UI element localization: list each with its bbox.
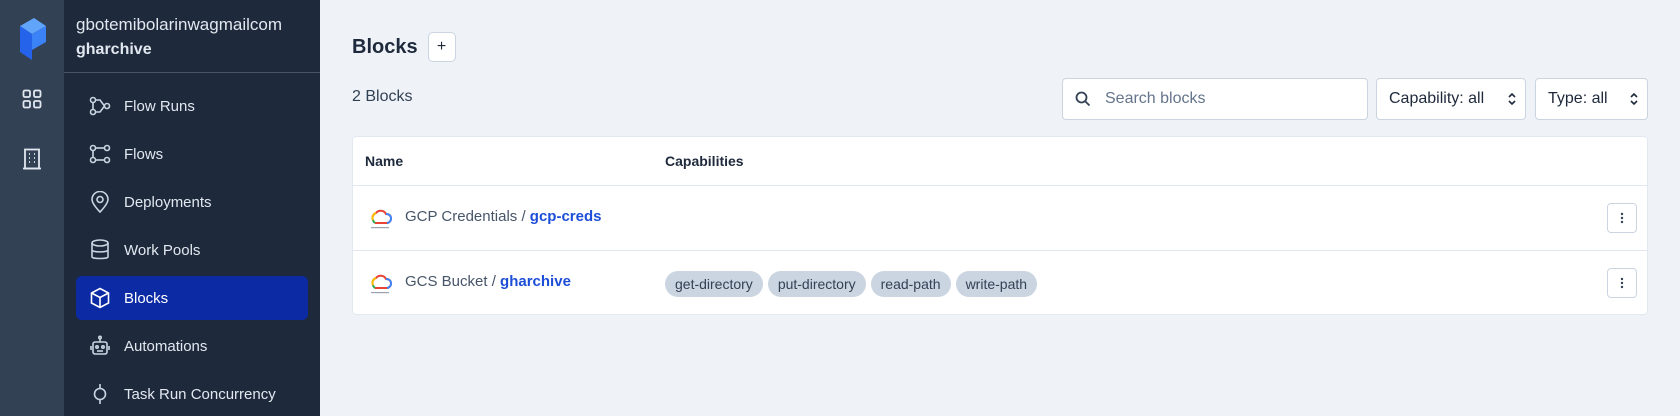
capability-tag: read-path — [870, 271, 951, 297]
sidebar: gbotemibolarinwagmailcom gharchive Flow … — [64, 0, 320, 416]
robot-icon — [88, 334, 112, 358]
kebab-menu-icon — [1620, 277, 1624, 289]
sidebar-item-work-pools[interactable]: Work Pools — [76, 228, 308, 272]
table-row: GCP Credentials / gcp-creds — [353, 186, 1647, 250]
block-slug-link[interactable]: gcp-creds — [530, 208, 602, 225]
flows-icon — [88, 142, 112, 166]
block-slug-link[interactable]: gharchive — [500, 273, 571, 290]
block-name: GCS Bucket / gharchive — [405, 273, 571, 290]
page-header: Blocks + — [352, 32, 456, 62]
sidebar-nav: Flow Runs Flows Deployments Work Pools B… — [76, 84, 308, 416]
workspace-switcher[interactable]: gbotemibolarinwagmailcom gharchive — [76, 14, 312, 61]
sidebar-item-automations[interactable]: Automations — [76, 324, 308, 368]
blocks-table: Name Capabilities GCP Credentials / gcp-… — [352, 136, 1648, 315]
sidebar-item-flow-runs[interactable]: Flow Runs — [76, 84, 308, 128]
sidebar-item-label: Automations — [124, 337, 208, 355]
account-name: gbotemibolarinwagmailcom — [76, 15, 282, 34]
capability-tag: put-directory — [767, 271, 866, 297]
sidebar-item-label: Blocks — [124, 289, 169, 307]
building-icon[interactable] — [20, 147, 44, 171]
map-pin-icon — [88, 190, 112, 214]
type-filter-value: Type: all — [1548, 90, 1608, 107]
name-separator: / — [487, 273, 501, 290]
capability-tag: get-directory — [665, 271, 763, 297]
prefect-logo-icon[interactable] — [18, 18, 46, 60]
kebab-menu-icon — [1620, 212, 1624, 224]
capabilities-list: get-directory put-directory read-path wr… — [665, 271, 1042, 297]
table-row: GCS Bucket / gharchive get-directory put… — [353, 251, 1647, 315]
chevron-up-down-icon — [1630, 92, 1638, 106]
dashboard-grid-icon[interactable] — [20, 87, 44, 111]
row-menu-button[interactable] — [1607, 203, 1637, 233]
sidebar-item-label: Work Pools — [124, 241, 201, 259]
block-type: GCP Credentials — [405, 208, 518, 225]
block-name: GCP Credentials / gcp-creds — [405, 208, 602, 225]
sidebar-item-flows[interactable]: Flows — [76, 132, 308, 176]
sidebar-item-label: Deployments — [124, 193, 212, 211]
row-menu-button[interactable] — [1607, 268, 1637, 298]
column-header-name: Name — [365, 153, 404, 169]
cube-icon — [88, 286, 112, 310]
database-icon — [88, 238, 112, 262]
capability-filter-select[interactable]: Capability: all — [1376, 78, 1526, 120]
google-cloud-icon — [371, 209, 393, 229]
flow-runs-icon — [88, 94, 112, 118]
capability-tag: write-path — [955, 271, 1038, 297]
column-header-capabilities: Capabilities — [665, 153, 744, 169]
sidebar-item-task-run-concurrency[interactable]: Task Run Concurrency — [76, 372, 308, 416]
sidebar-item-label: Flow Runs — [124, 97, 195, 115]
block-type: GCS Bucket — [405, 273, 488, 290]
type-filter-select[interactable]: Type: all — [1535, 78, 1648, 120]
page-title: Blocks — [352, 35, 418, 58]
google-cloud-icon — [371, 274, 393, 294]
sidebar-item-label: Flows — [124, 145, 164, 163]
sidebar-divider — [64, 72, 320, 73]
app-rail — [0, 0, 64, 416]
name-separator: / — [517, 208, 530, 225]
workspace-name: gharchive — [76, 41, 152, 58]
sidebar-item-deployments[interactable]: Deployments — [76, 180, 308, 224]
capability-filter-value: Capability: all — [1389, 90, 1485, 107]
search-input[interactable] — [1105, 90, 1355, 108]
sidebar-item-blocks[interactable]: Blocks — [76, 276, 308, 320]
search-box — [1062, 78, 1368, 120]
search-icon — [1075, 91, 1091, 107]
add-block-button[interactable]: + — [427, 32, 456, 62]
concurrency-icon — [88, 382, 112, 406]
chevron-up-down-icon — [1508, 92, 1516, 106]
block-count: 2 Blocks — [352, 88, 413, 105]
sidebar-item-label: Task Run Concurrency — [124, 385, 276, 403]
